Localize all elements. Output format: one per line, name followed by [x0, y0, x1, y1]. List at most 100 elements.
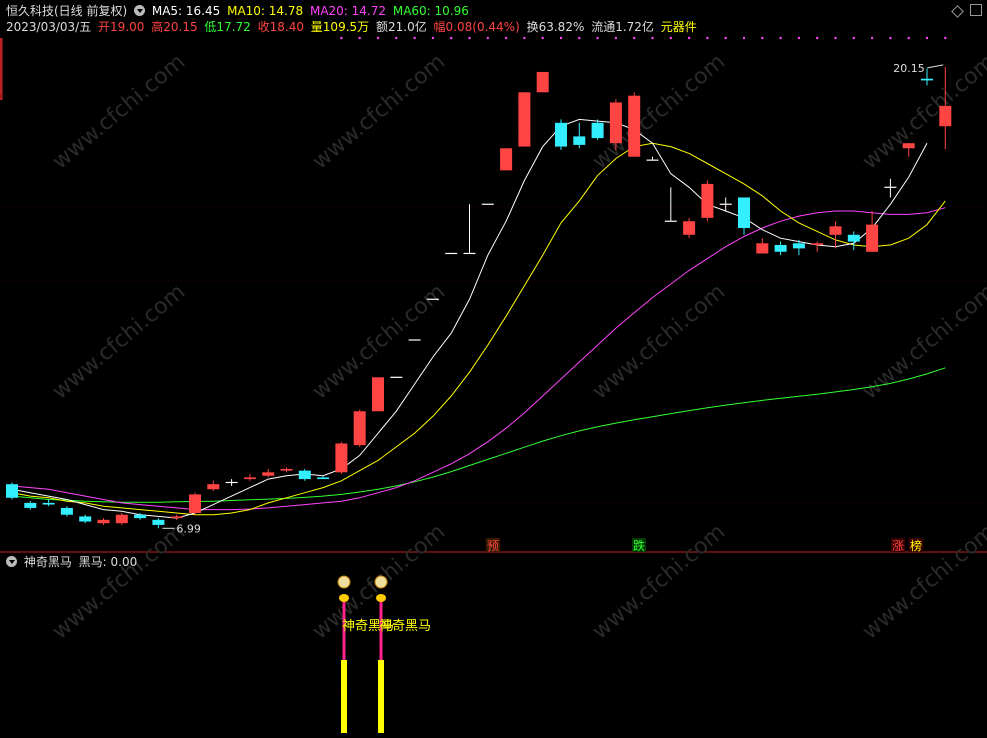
low-price-label: 6.99 [176, 522, 201, 535]
candle-body [207, 484, 220, 490]
candle-body [939, 105, 952, 127]
candle-body [24, 502, 37, 508]
candle-body [115, 514, 128, 524]
dot-marker [761, 36, 764, 40]
dot-marker [596, 36, 599, 40]
candle-body [847, 234, 860, 242]
dot-marker [541, 36, 544, 40]
candle-body [298, 470, 311, 480]
dot-marker [358, 36, 361, 40]
candle-body [792, 243, 805, 249]
candle-body [774, 244, 787, 252]
candle-body [97, 519, 110, 524]
dot-marker [797, 36, 801, 40]
dot-marker [651, 36, 654, 40]
dot-marker [578, 36, 581, 40]
high-arrow [927, 64, 944, 69]
signal-bar [378, 660, 384, 733]
candle-body [921, 78, 933, 81]
dot-marker [468, 36, 471, 40]
sector-label[interactable]: 元器件 [661, 20, 697, 34]
change-label: 幅0.08(0.44%) [433, 20, 520, 34]
candle-body [811, 243, 824, 245]
candle-body [609, 102, 622, 144]
watermark-text: www.cfchi.com [588, 519, 730, 644]
ma60-line [11, 367, 946, 503]
ma10-label: MA10: 14.78 [227, 4, 304, 18]
indicator-dropdown-icon[interactable] [6, 556, 17, 567]
candle-body [683, 221, 696, 235]
dot-marker [852, 36, 855, 40]
candle-body [829, 226, 842, 235]
candle-body [500, 148, 513, 171]
ma20-label: MA20: 14.72 [309, 4, 387, 18]
chart-title[interactable]: 恒久科技(日线 前复权) [6, 4, 127, 18]
money-bag-icon [374, 575, 388, 589]
dot-marker [706, 36, 709, 40]
dot-marker [486, 36, 489, 40]
candle-body [134, 514, 147, 519]
candle-body [866, 224, 879, 252]
amount-label: 额21.0亿 [375, 20, 427, 34]
open-label: 开19.00 [98, 20, 145, 34]
candlesticks[interactable] [6, 66, 952, 529]
candle-body [6, 484, 18, 498]
signal-label: 神奇黑马 [379, 618, 431, 634]
dot-marker [742, 36, 746, 40]
dot-marker [907, 36, 910, 40]
dot-marker [724, 36, 727, 40]
indicator-title[interactable]: 神奇黑马 [24, 555, 72, 569]
candle-body [262, 472, 275, 476]
watermark-text: www.cfchi.com [48, 49, 190, 174]
candle-body [79, 516, 92, 522]
high-label: 高20.15 [151, 20, 198, 34]
candle-body [573, 136, 586, 145]
candle-body [591, 122, 604, 139]
dot-marker [614, 36, 618, 40]
candle-body [372, 377, 384, 412]
candle-body [170, 516, 183, 519]
candle-body [756, 243, 769, 254]
candle-body [738, 197, 750, 229]
dot-marker [889, 36, 892, 40]
indicator-value: 黑马: 0.00 [78, 555, 138, 569]
candle-body [152, 519, 165, 525]
quote-info: 2023/03/03/五 开19.00 高20.15 低17.72 收18.40… [6, 19, 700, 35]
watermark-text: www.cfchi.com [48, 279, 190, 404]
candle-body [628, 95, 641, 157]
indicator-header: 神奇黑马 黑马: 0.00 [6, 554, 140, 570]
dot-marker [376, 36, 380, 40]
dot-marker [687, 36, 691, 40]
watermark: www.cfchi.com www.cfchi.com www.cfchi.com w… [48, 49, 987, 644]
marker-label: 跌 [633, 538, 645, 553]
chart-header: 恒久科技(日线 前复权) MA5: 16.45 MA10: 14.78 MA20… [6, 3, 472, 19]
top-dots [340, 36, 947, 40]
candle-body [243, 477, 256, 480]
dot-marker [925, 36, 929, 40]
dot-marker [633, 36, 636, 40]
marker-label: 榜 [910, 538, 922, 553]
turnover-label: 换63.82% [526, 20, 585, 34]
candle-body [353, 411, 366, 446]
signal-ingot-icon [339, 594, 349, 602]
stock-chart[interactable]: www.cfchi.com www.cfchi.com www.cfchi.com w… [0, 0, 987, 738]
marker-label: 预 [487, 539, 499, 553]
dot-marker [450, 36, 453, 40]
dot-marker [340, 36, 343, 40]
money-bag-icon [337, 575, 351, 589]
marker-label: 涨 [892, 538, 904, 553]
dot-marker [431, 36, 435, 40]
dot-marker [870, 36, 874, 40]
ma60-path [11, 367, 946, 503]
signal-bar [341, 660, 347, 733]
dot-marker [523, 36, 526, 40]
date-label: 2023/03/03/五 [6, 20, 92, 34]
watermark-text: www.cfchi.com [588, 279, 730, 404]
candle-body [189, 494, 201, 514]
dot-marker [413, 36, 416, 40]
candle-body [555, 122, 567, 147]
watermark-text: www.cfchi.com [48, 519, 190, 644]
dropdown-icon[interactable] [134, 5, 146, 16]
maximize-icon[interactable] [970, 4, 982, 16]
candle-body [280, 468, 293, 471]
